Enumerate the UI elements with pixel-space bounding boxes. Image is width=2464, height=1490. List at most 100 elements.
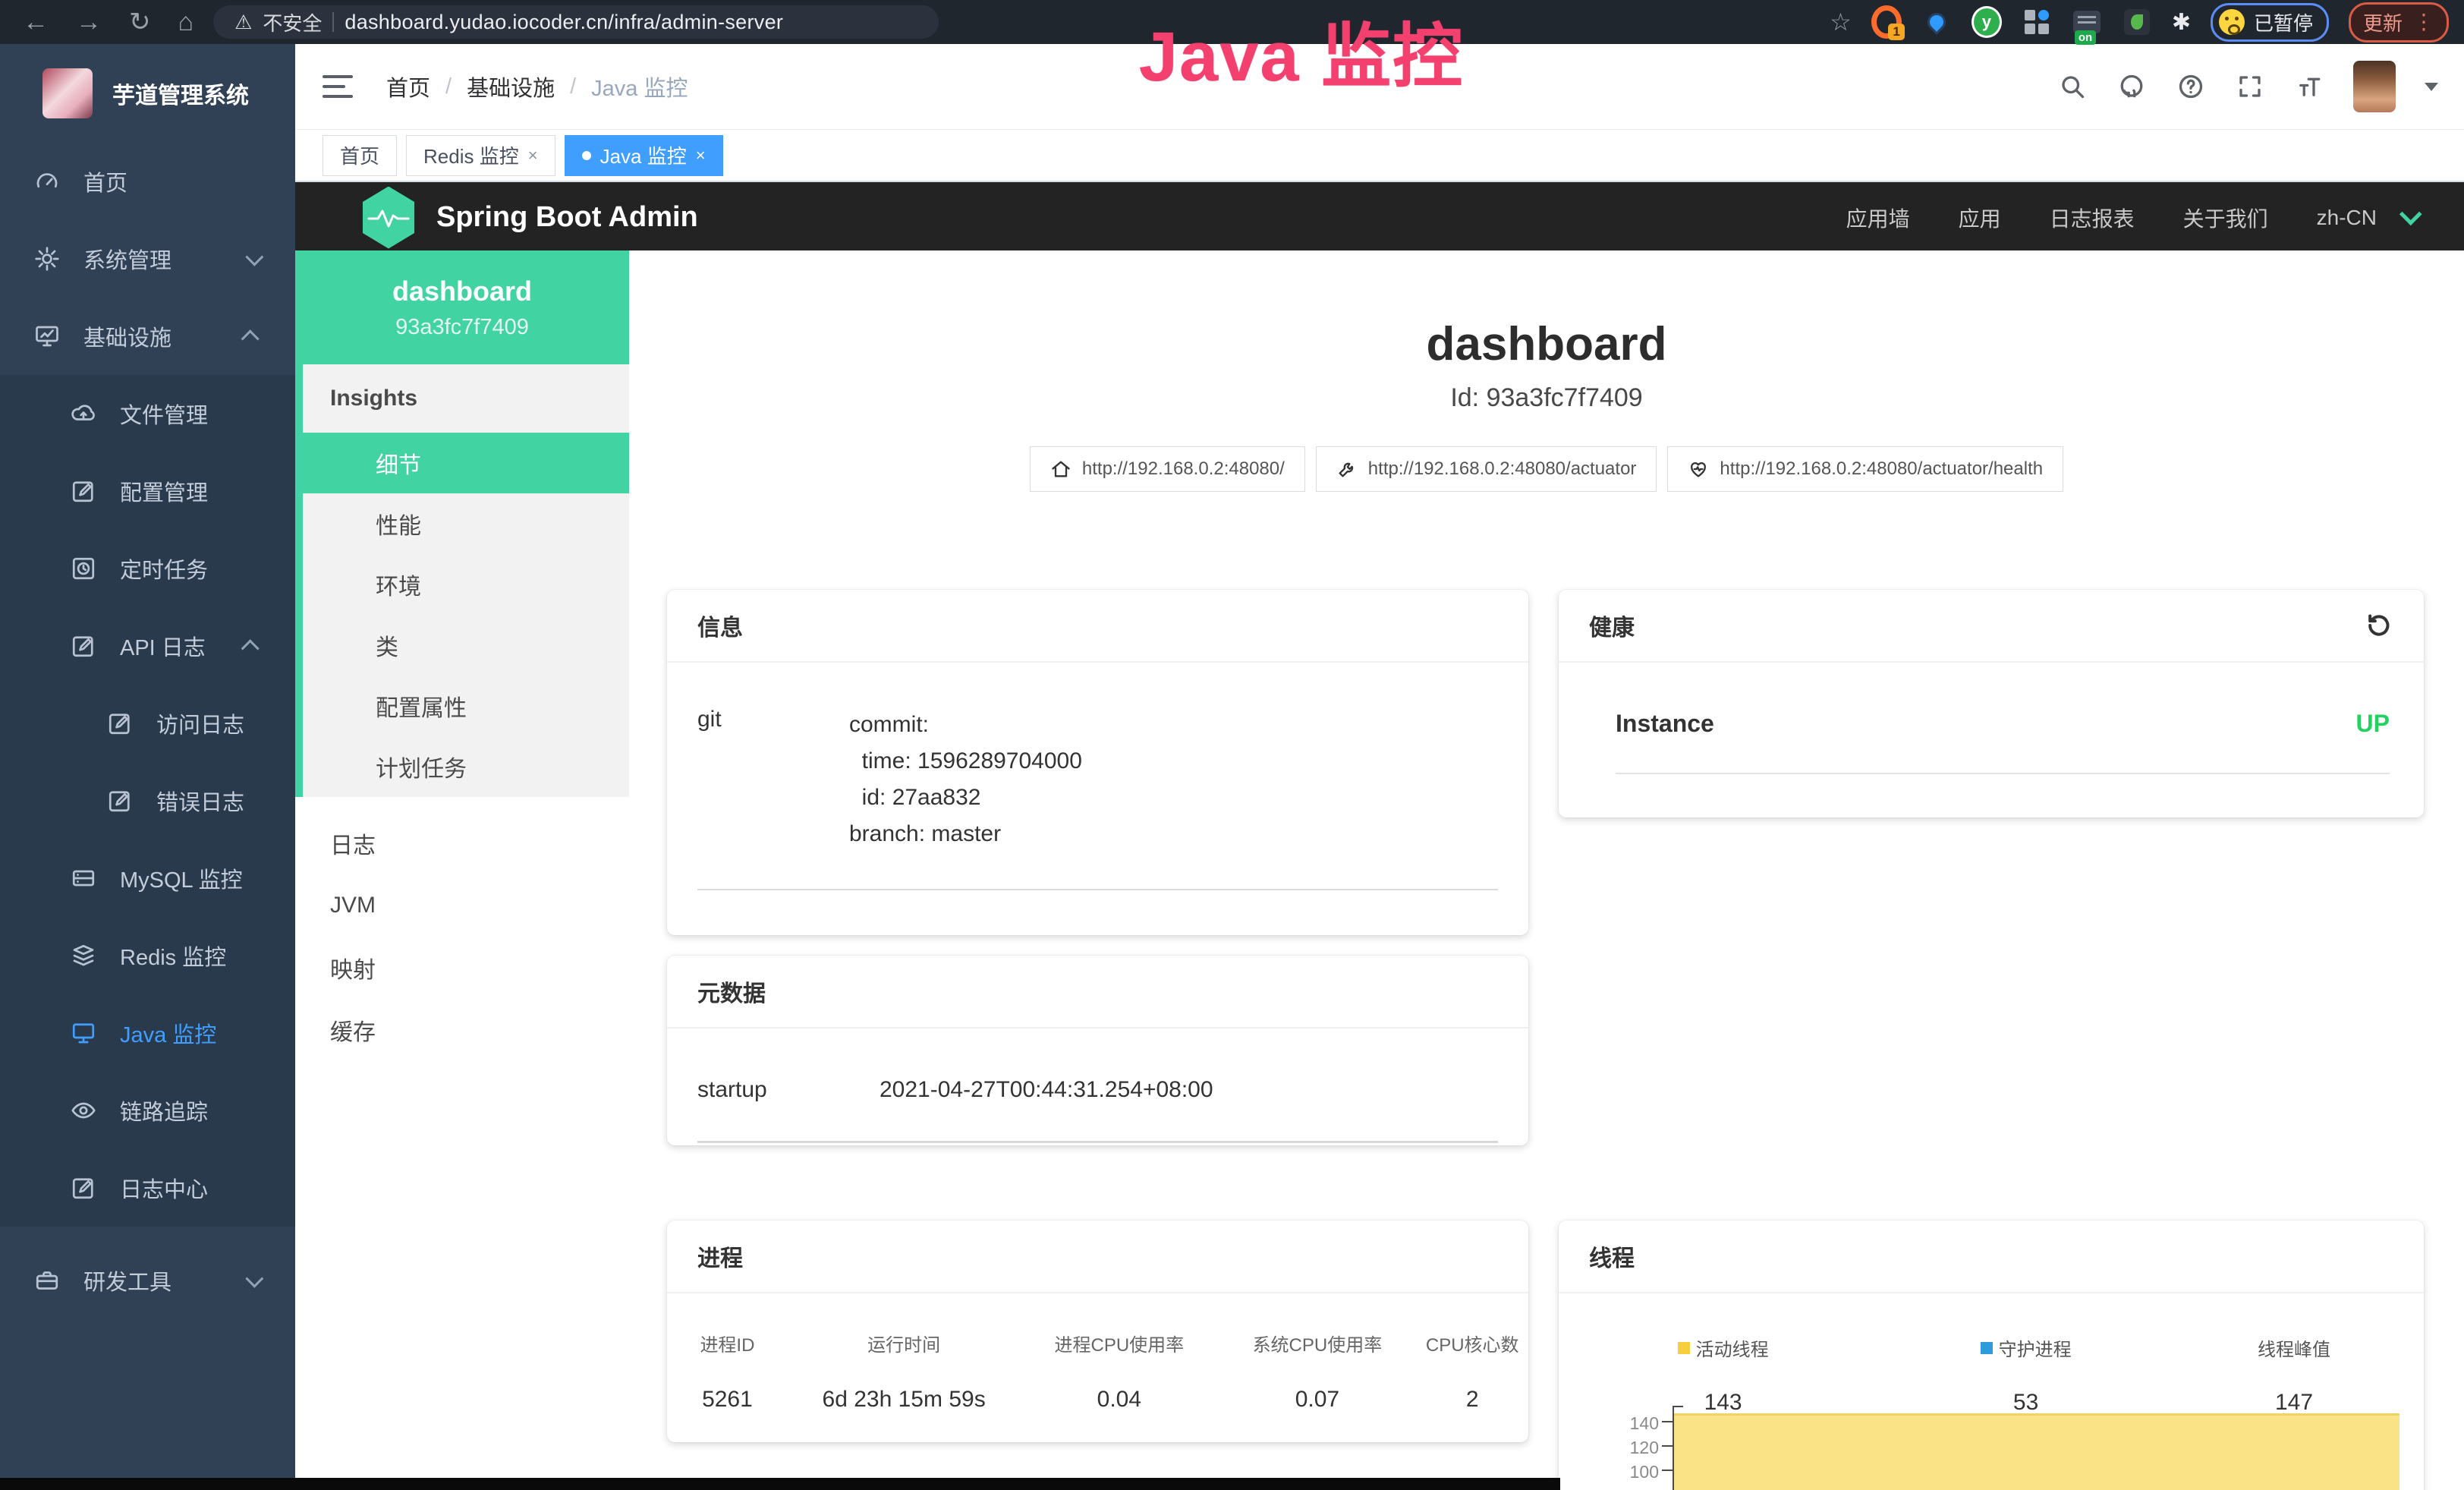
help-icon[interactable] <box>2176 71 2206 102</box>
avatar-caret-icon[interactable] <box>2425 83 2438 91</box>
subnav-config-props[interactable]: 配置属性 <box>303 676 629 736</box>
sba-nav-about[interactable]: 关于我们 <box>2183 203 2268 233</box>
sba-brand[interactable]: Spring Boot Admin <box>436 201 698 234</box>
service-url-link[interactable]: http://192.168.0.2:48080/ <box>1030 446 1305 492</box>
subnav-mappings[interactable]: 映射 <box>295 937 629 999</box>
active-dot-icon <box>582 151 591 160</box>
extensions-puzzle-icon[interactable]: ✱ <box>2172 9 2191 36</box>
sidebar-item-infra[interactable]: 基础设施 <box>0 298 295 375</box>
y-tick: 100 <box>1598 1462 1659 1482</box>
sidebar-item-files[interactable]: 文件管理 <box>0 375 295 452</box>
subnav-classes[interactable]: 类 <box>303 615 629 676</box>
back-icon[interactable]: ← <box>23 9 49 35</box>
process-table-values: 5261 6d 23h 15m 59s 0.04 0.07 2 <box>667 1356 1528 1413</box>
sba-nav-journal[interactable]: 日志报表 <box>2050 203 2135 233</box>
subnav-logs[interactable]: 日志 <box>295 812 629 874</box>
sidebar-item-log-center[interactable]: 日志中心 <box>0 1149 295 1227</box>
history-icon[interactable] <box>2363 610 2393 641</box>
subnav-details[interactable]: 细节 <box>295 433 629 493</box>
tabs-bar: 首页 Redis 监控× Java 监控× <box>295 130 2464 182</box>
bookmark-star-icon[interactable]: ☆ <box>1830 8 1852 36</box>
sidebar-item-home[interactable]: 首页 <box>0 143 295 220</box>
health-instance-row[interactable]: Instance UP <box>1616 710 2390 774</box>
instance-header[interactable]: dashboard 93a3fc7f7409 <box>295 250 629 364</box>
extension-colab-icon[interactable]: 1 <box>1871 7 1902 37</box>
subnav-caches[interactable]: 缓存 <box>295 999 629 1061</box>
security-label[interactable]: 不安全 <box>263 8 322 36</box>
avatar[interactable] <box>2353 61 2396 112</box>
actuator-url-link[interactable]: http://192.168.0.2:48080/actuator <box>1316 446 1657 492</box>
font-size-icon[interactable] <box>2294 71 2324 102</box>
window-bottom-edge <box>0 1478 1560 1490</box>
sidebar-item-jobs[interactable]: 定时任务 <box>0 530 295 607</box>
live-threads-area <box>1674 1413 2399 1490</box>
threads-area-chart: 140 120 100 <box>1559 1400 2424 1490</box>
metadata-value: 2021-04-27T00:44:31.254+08:00 <box>880 1077 1498 1103</box>
close-icon[interactable]: × <box>696 146 706 165</box>
sidebar-item-devtools[interactable]: 研发工具 <box>0 1242 295 1319</box>
extension-grid-icon[interactable] <box>2022 7 2052 37</box>
instance-name: dashboard <box>392 276 532 307</box>
extension-leaf-icon[interactable] <box>2122 7 2152 37</box>
tab-home[interactable]: 首页 <box>323 135 397 176</box>
axis-tick <box>1662 1421 1673 1422</box>
sba-nav-applications[interactable]: 应用 <box>1959 203 2001 233</box>
edit-square-icon <box>70 1174 97 1202</box>
sidebar-item-error-log[interactable]: 错误日志 <box>0 762 295 840</box>
layers-icon <box>70 942 97 969</box>
legend-yellow-icon <box>1678 1342 1690 1354</box>
sidebar-item-redis[interactable]: Redis 监控 <box>0 917 295 994</box>
sba-logo-icon[interactable] <box>360 187 417 249</box>
sidebar-item-java-monitor[interactable]: Java 监控 <box>0 994 295 1072</box>
extension-on-icon[interactable]: on <box>2072 7 2102 37</box>
edit-square-icon <box>70 632 97 660</box>
sidebar-item-config[interactable]: 配置管理 <box>0 452 295 530</box>
extension-pin-icon[interactable] <box>1921 7 1952 37</box>
edit-square-icon <box>106 787 134 814</box>
tab-redis-monitor[interactable]: Redis 监控× <box>406 135 555 176</box>
subnav-jvm[interactable]: JVM <box>295 874 629 937</box>
subnav-scheduled-tasks[interactable]: 计划任务 <box>303 736 629 797</box>
sidebar-item-mysql[interactable]: MySQL 监控 <box>0 840 295 917</box>
tab-java-monitor[interactable]: Java 监控× <box>565 135 723 176</box>
sba-nav-wallboard[interactable]: 应用墙 <box>1846 203 1910 233</box>
kebab-menu-icon[interactable]: ⋮ <box>2413 11 2434 33</box>
paused-badge[interactable]: 已暂停 <box>2211 3 2329 42</box>
gauge-icon <box>33 168 61 195</box>
breadcrumb-infra[interactable]: 基础设施 <box>467 71 555 102</box>
sidebar-item-access-log[interactable]: 访问日志 <box>0 685 295 762</box>
fullscreen-icon[interactable] <box>2235 71 2265 102</box>
y-tick: 120 <box>1598 1438 1659 1458</box>
update-button[interactable]: 更新⋮ <box>2349 2 2449 43</box>
github-icon[interactable] <box>2116 71 2147 102</box>
app-logo-row[interactable]: 芋道管理系统 <box>0 44 295 143</box>
process-uptime: 6d 23h 15m 59s <box>788 1387 1020 1413</box>
sidebar-item-system[interactable]: 系统管理 <box>0 220 295 298</box>
breadcrumb-home[interactable]: 首页 <box>386 71 430 102</box>
status-badge: UP <box>2356 710 2390 738</box>
close-icon[interactable]: × <box>528 146 538 165</box>
threads-card-header: 线程 <box>1559 1221 2424 1293</box>
url-text[interactable]: dashboard.yudao.iocoder.cn/infra/admin-s… <box>345 11 783 34</box>
sidebar-menu: 首页 系统管理 基础设施 文件管理 配置管理 <box>0 143 295 1319</box>
axis-tick <box>1662 1445 1673 1447</box>
monitor-icon <box>70 1019 97 1047</box>
insights-group: Insights 细节 性能 环境 类 配置属性 计划任务 <box>295 364 629 797</box>
header-actions <box>2057 61 2464 112</box>
sidebar-item-api-logs[interactable]: API 日志 <box>0 607 295 685</box>
subnav-environment[interactable]: 环境 <box>303 554 629 615</box>
sba-nav-language[interactable]: zh-CN <box>2317 206 2377 230</box>
threads-card: 线程 活动线程 143 守护进程 53 线程峰值 147 <box>1559 1221 2424 1490</box>
process-table: 进程ID 运行时间 进程CPU使用率 系统CPU使用率 CPU核心数 5261 … <box>667 1330 1528 1413</box>
extension-y-icon[interactable]: y <box>1972 7 2002 37</box>
home-icon[interactable]: ⌂ <box>178 9 194 35</box>
forward-icon[interactable]: → <box>76 9 102 35</box>
subnav-metrics[interactable]: 性能 <box>303 493 629 554</box>
reload-icon[interactable]: ↻ <box>129 9 151 35</box>
sidebar-item-tracing[interactable]: 链路追踪 <box>0 1072 295 1149</box>
hamburger-icon[interactable] <box>323 75 353 98</box>
address-bar[interactable]: ⚠ 不安全 dashboard.yudao.iocoder.cn/infra/a… <box>213 5 939 39</box>
chevron-down-icon[interactable] <box>2399 203 2422 225</box>
health-url-link[interactable]: http://192.168.0.2:48080/actuator/health <box>1667 446 2063 492</box>
search-icon[interactable] <box>2057 71 2088 102</box>
